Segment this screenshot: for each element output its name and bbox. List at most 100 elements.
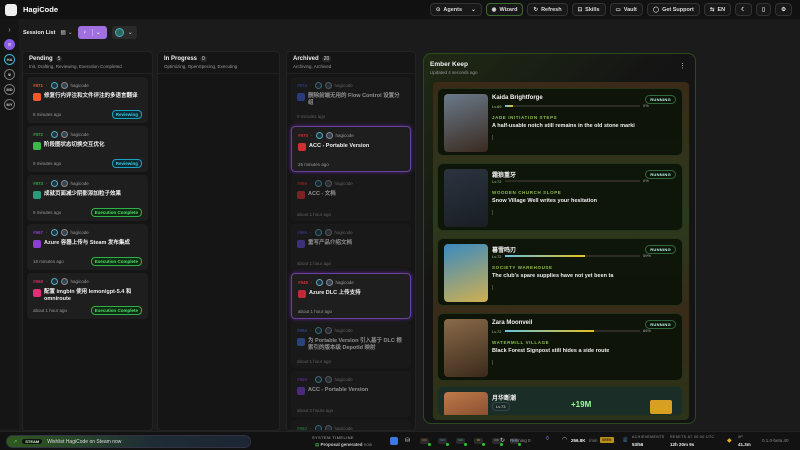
session-number: #964 [297, 328, 307, 333]
hero-location: WOODEN CHURCH SLOPE [492, 190, 561, 195]
hero-card[interactable]: 月华断潮Lv.73+19M [437, 386, 683, 416]
session-card[interactable]: #967·hagicode Azure 容器上传与 Steam 发布集成 18 … [27, 224, 148, 270]
hero-card[interactable]: 霜狼重牙Lv.720%RUNNINGWOODEN CHURCH SLOPESno… [437, 163, 683, 231]
agent-status-ki[interactable]: KI [474, 438, 483, 444]
steam-banner[interactable]: ↗ STEAM Wishlist HagiCode on Steam now [6, 435, 251, 448]
rail-item-ha[interactable]: HA [4, 54, 15, 65]
device-icon[interactable]: ▯ [756, 3, 771, 16]
avatar [61, 82, 68, 89]
settings-icon[interactable]: ⚙ [775, 3, 792, 16]
agent-status-co[interactable]: CO [438, 438, 447, 444]
column-subtitle: Optimizing, OpenSpecing, Executing [164, 64, 273, 69]
achievements-value[interactable]: 53/56 [632, 442, 643, 447]
session-card[interactable]: #974·hagicode 删除前端无用的 Flow Control 设置分组 … [291, 77, 411, 123]
project-selector[interactable]: ⌄ [112, 26, 137, 39]
column-title: Pending [29, 56, 53, 62]
skills-button[interactable]: ⊡Skills [572, 3, 606, 16]
skills-icon: ⊡ [578, 7, 583, 13]
agents-icon[interactable]: ⛁ [405, 437, 410, 444]
session-icon [33, 142, 41, 150]
hero-message: Snow Village Well writes your hesitation [492, 198, 597, 204]
top-header: HagiCode ⊙Agents⌄ ◉Wizard↻Refresh ⊡Skills ▭… [0, 0, 800, 19]
agent-nav-icon[interactable]: Ψ [4, 69, 15, 80]
session-card[interactable]: #960·hagicode ACC - Portable Version abo… [291, 371, 411, 417]
session-title: 为 Portable Version 引入基于 DLC 根索引的版本级 Depo… [308, 338, 405, 352]
agent-status-gc[interactable]: GC [456, 438, 465, 444]
session-time: about 1 hour ago [298, 309, 332, 314]
session-user: hagicode [335, 181, 353, 186]
session-time: about 1 hour ago [297, 212, 331, 217]
column-count: 20 [322, 56, 332, 62]
session-card[interactable]: #969·hagicode ACC - 文档 about 1 hour ago [291, 175, 411, 221]
get-support-button[interactable]: ◯Get Support [647, 3, 700, 16]
language-button[interactable]: ⇆EN [704, 3, 731, 16]
session-icon [33, 240, 41, 248]
avatar [326, 132, 333, 139]
drop-icon: ◊ [546, 436, 549, 442]
hero-portrait [444, 94, 488, 152]
rail-item-md[interactable]: MD [4, 84, 15, 95]
hero-card[interactable]: 暮雪鸣刃Lv.7259%RUNNINGSOCIETY WAREHOUSEThe … [437, 238, 683, 306]
session-time: 9 minutes ago [297, 114, 325, 119]
running-badge: RUNNING [645, 95, 676, 104]
session-title: 修复行内评注和文件评注的多语言翻译 [44, 93, 138, 100]
agent-status-cc[interactable]: CC [420, 438, 429, 444]
hero-card[interactable]: Kaida BrightforgeLv.690%RUNNINGJADE INIT… [437, 88, 683, 156]
sessions-nav-icon[interactable]: ☰ [4, 39, 15, 50]
session-card[interactable]: #972·hagicode 阶段图状态切换交互优化 9 minutes agoR… [27, 126, 148, 172]
vault-button[interactable]: ▭Vault [610, 3, 643, 16]
session-card[interactable]: #968·hagicode 配置 imgbin 使用 lemon/gpt-5.4… [27, 273, 148, 319]
session-number: #948 [298, 280, 308, 285]
session-card[interactable]: #964·hagicode 为 Portable Version 引入基于 DL… [291, 322, 411, 368]
session-card[interactable]: #970·hagicode ACC - Portable Version 25 … [291, 126, 411, 172]
progress-bar [505, 180, 640, 182]
session-icon [297, 93, 305, 101]
wizard-button[interactable]: ◉Wizard [486, 3, 524, 16]
hero-card[interactable]: Zara MoonveilLv.7266%RUNNINGWATERMILL VI… [437, 313, 683, 381]
expand-icon[interactable]: › [0, 27, 19, 34]
more-menu-icon[interactable]: ⋮ [679, 62, 686, 70]
column-count: 5 [56, 56, 63, 62]
session-card[interactable]: #971·hagicode 修复行内评注和文件评注的多语言翻译 8 minute… [27, 77, 148, 123]
session-number: #968 [33, 279, 43, 284]
running-count: Running 0 [510, 438, 531, 443]
text-cursor: | [492, 135, 493, 141]
avatar [315, 229, 322, 236]
session-card[interactable]: #948·hagicode Azure DLC 上传支持 about 1 hou… [291, 273, 411, 319]
status-badge: Reviewing [112, 159, 142, 168]
chat-icon[interactable] [390, 437, 398, 445]
refresh-icon[interactable]: ↻ [500, 437, 505, 444]
timeline-event[interactable]: ▤ Proposal generated now [315, 442, 372, 448]
online-dot [428, 443, 431, 446]
avatar [51, 82, 58, 89]
hero-level: Lv.72 [492, 329, 502, 334]
rail-item-my[interactable]: MY [4, 99, 15, 110]
session-number: #960 [297, 377, 307, 382]
avatar [325, 327, 332, 334]
view-toggle[interactable]: ▦ ⌄ [60, 29, 72, 36]
avatar [315, 180, 322, 187]
column-subtitle: Init, Drafting, Reviewing, Execution Com… [29, 64, 146, 69]
resets-value: 12h 20m 9s [670, 442, 694, 447]
get-support-label: Get Support [662, 7, 694, 13]
session-title: 删除前端无用的 Flow Control 设置分组 [308, 93, 405, 107]
hero-location: JADE INITIATION STEPS [492, 115, 557, 120]
status-badge: Execution Complete [91, 208, 142, 217]
idea-button[interactable]: ♀⌄ [78, 26, 107, 39]
steam-message: Wishlist HagiCode on Steam now [47, 439, 121, 445]
session-icon [298, 290, 306, 298]
avatar [326, 279, 333, 286]
session-time: 8 minutes ago [33, 112, 61, 117]
session-icon [297, 240, 305, 248]
refresh-button[interactable]: ↻Refresh [527, 3, 567, 16]
session-time: 18 minutes ago [33, 259, 64, 264]
theme-toggle[interactable]: ☾ [735, 3, 752, 16]
session-card[interactable]: #963·hagicode [291, 420, 411, 431]
column-header: Archived20Archiving, Archived [287, 52, 415, 74]
agents-button[interactable]: ⊙Agents⌄ [430, 3, 482, 16]
timeline-event-text: Proposal generated [321, 442, 363, 447]
version-label: 0.1.0-beta.40 [762, 438, 789, 443]
session-card[interactable]: #973·hagicode 成就页面减少阴影添加粒子效果 9 minutes a… [27, 175, 148, 221]
session-card[interactable]: #966·hagicode 重写产品介绍文档 about 1 hour ago [291, 224, 411, 270]
app-name: HagiCode [23, 5, 58, 14]
